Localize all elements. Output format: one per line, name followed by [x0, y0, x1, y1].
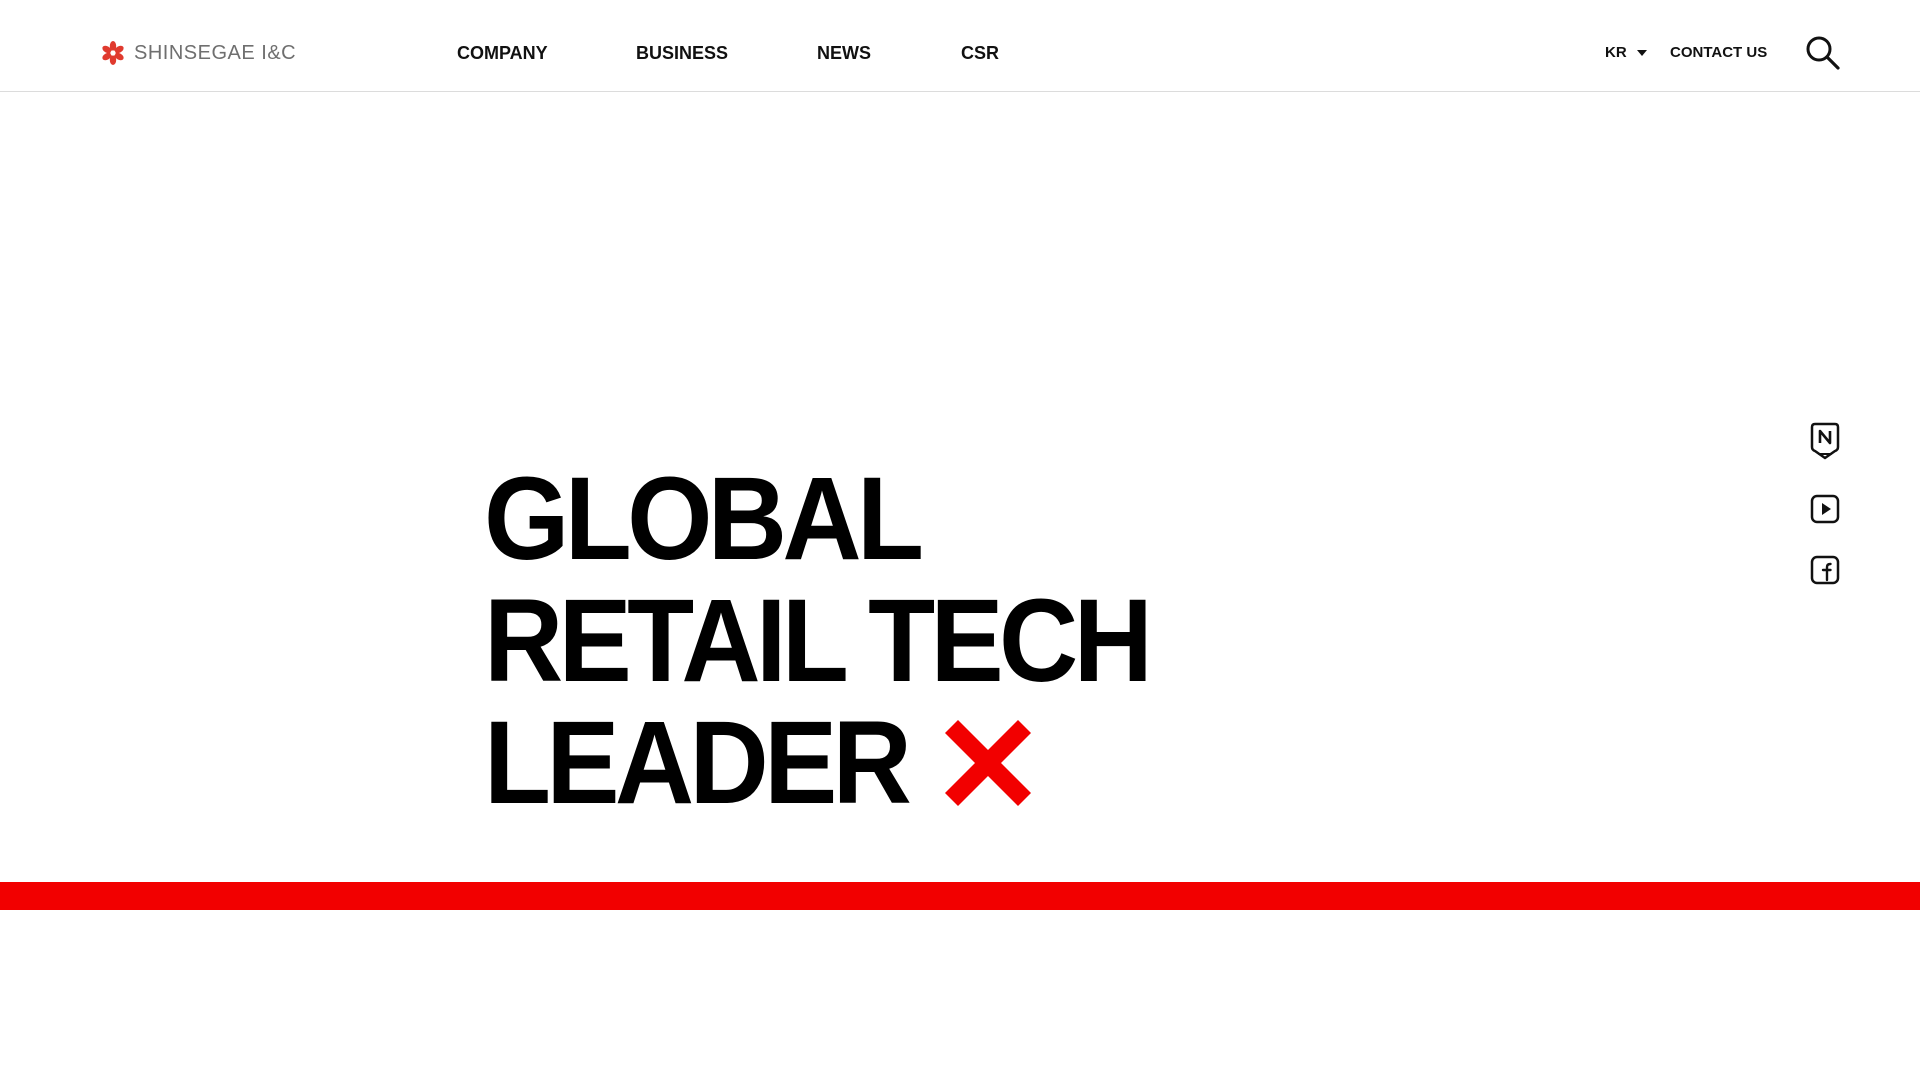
site-header: SHINSEGAE I&C COMPANY BUSINESS NEWS CSR …: [0, 0, 1920, 92]
language-label: KR: [1605, 44, 1627, 61]
logo-text: SHINSEGAE I&C: [134, 41, 297, 64]
search-icon: [1806, 36, 1840, 70]
red-x-icon: [945, 720, 1032, 806]
search-button[interactable]: [1803, 33, 1841, 71]
hero-line-2: RETAIL TECH: [484, 575, 1153, 707]
hero-line-1: GLOBAL: [484, 453, 924, 585]
page: SHINSEGAE I&C COMPANY BUSINESS NEWS CSR …: [0, 0, 1920, 1080]
hero-line-3-row: LEADER: [484, 702, 1198, 824]
nav-item-business[interactable]: BUSINESS: [636, 40, 728, 66]
language-select[interactable]: KR: [1605, 40, 1647, 66]
youtube-icon: [1810, 494, 1840, 524]
facebook-icon: [1810, 555, 1840, 585]
nav-item-news[interactable]: NEWS: [817, 40, 871, 66]
hero-line-3: LEADER: [484, 697, 912, 829]
caret-down-icon: [1636, 50, 1647, 56]
hero-headline: GLOBAL RETAIL TECH LEADER: [484, 458, 1198, 824]
flower-logo-icon: [102, 41, 124, 65]
nav-item-company[interactable]: COMPANY: [457, 40, 548, 66]
naver-blog-icon: [1810, 422, 1840, 460]
logo-link[interactable]: SHINSEGAE I&C: [100, 40, 296, 66]
contact-us-link[interactable]: CONTACT US: [1670, 40, 1767, 66]
nav-item-csr[interactable]: CSR: [961, 40, 999, 66]
facebook-link[interactable]: [1810, 555, 1840, 585]
youtube-link[interactable]: [1810, 494, 1840, 524]
brand-red-bar: [0, 882, 1920, 910]
blog-link[interactable]: [1810, 422, 1840, 462]
